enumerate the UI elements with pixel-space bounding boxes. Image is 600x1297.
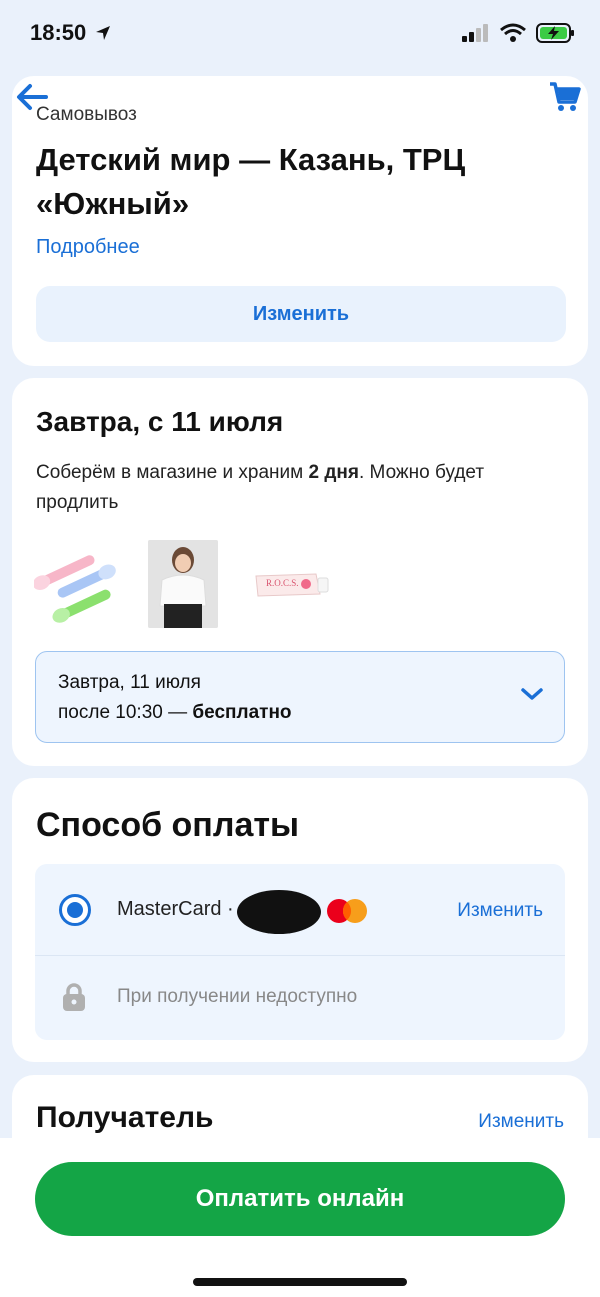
more-details-link[interactable]: Подробнее (36, 236, 140, 259)
selected-time: после 10:30 — бесплатно (58, 702, 292, 724)
payment-options: MasterCard · Изменить При получении недо… (35, 864, 565, 1040)
payment-radio-selected[interactable] (59, 894, 91, 926)
card-name: MasterCard · (117, 898, 234, 920)
selected-time-text: после 10:30 — (58, 702, 193, 723)
home-indicator (193, 1278, 407, 1286)
collect-text-start: Соберём в магазине и храним (36, 462, 309, 483)
status-time: 18:50 (30, 20, 112, 46)
card-number-redaction (237, 890, 321, 934)
mastercard-logo-icon (327, 899, 367, 923)
change-recipient-link[interactable]: Изменить (478, 1111, 564, 1133)
wifi-icon (500, 23, 526, 42)
collect-text: Соберём в магазине и храним 2 дня. Можно… (36, 458, 536, 518)
delivery-date-title: Завтра, с 11 июля (36, 406, 284, 437)
delivery-card: Завтра, с 11 июля Соберём в магазине и х… (12, 378, 588, 766)
arrow-left-icon (17, 84, 48, 110)
payment-option-on-receipt: При получении недоступно (35, 956, 565, 1040)
payment-title: Способ оплаты (36, 806, 300, 844)
chevron-down-icon (521, 688, 543, 700)
recipient-title: Получатель (36, 1101, 214, 1134)
toothbrushes-image (32, 555, 116, 623)
product-thumbnail-blouse[interactable] (148, 540, 218, 628)
signal-icon (462, 24, 488, 42)
cart-button[interactable] (548, 80, 584, 116)
bottom-panel: Оплатить онлайн (0, 1138, 600, 1297)
unavailable-text: При получении недоступно (117, 986, 358, 1007)
storage-days: 2 дня (308, 462, 359, 483)
delivery-price: бесплатно (192, 702, 292, 723)
back-button[interactable] (14, 82, 54, 114)
selected-date: Завтра, 11 июля (58, 672, 201, 693)
payment-card: Способ оплаты MasterCard · Изменить При … (12, 778, 588, 1062)
store-title: Детский мир — Казань, ТРЦ «Южный» (36, 142, 466, 221)
pickup-card: Самовывоз Детский мир — Казань, ТРЦ «Южн… (12, 76, 588, 366)
location-arrow-icon (96, 26, 111, 40)
battery-charging-icon (536, 23, 574, 43)
cart-icon (550, 82, 581, 111)
product-thumbnail-toothbrushes[interactable] (32, 540, 124, 630)
lock-icon (63, 983, 85, 1011)
change-payment-link[interactable]: Изменить (457, 900, 543, 922)
toothpaste-image: R.O.C.S. (255, 573, 329, 597)
status-icons (462, 22, 576, 44)
pay-online-button[interactable]: Оплатить онлайн (35, 1162, 565, 1236)
delivery-time-select[interactable]: Завтра, 11 июля после 10:30 — бесплатно (35, 651, 565, 743)
girl-blouse-image (148, 540, 218, 628)
change-store-button[interactable]: Изменить (36, 286, 566, 342)
status-bar: 18:50 (0, 0, 600, 70)
svg-text:R.O.C.S.: R.O.C.S. (266, 578, 299, 588)
payment-option-mastercard[interactable]: MasterCard · Изменить (35, 864, 565, 956)
clock: 18:50 (30, 20, 87, 45)
product-thumbnail-toothpaste[interactable]: R.O.C.S. (244, 540, 334, 630)
